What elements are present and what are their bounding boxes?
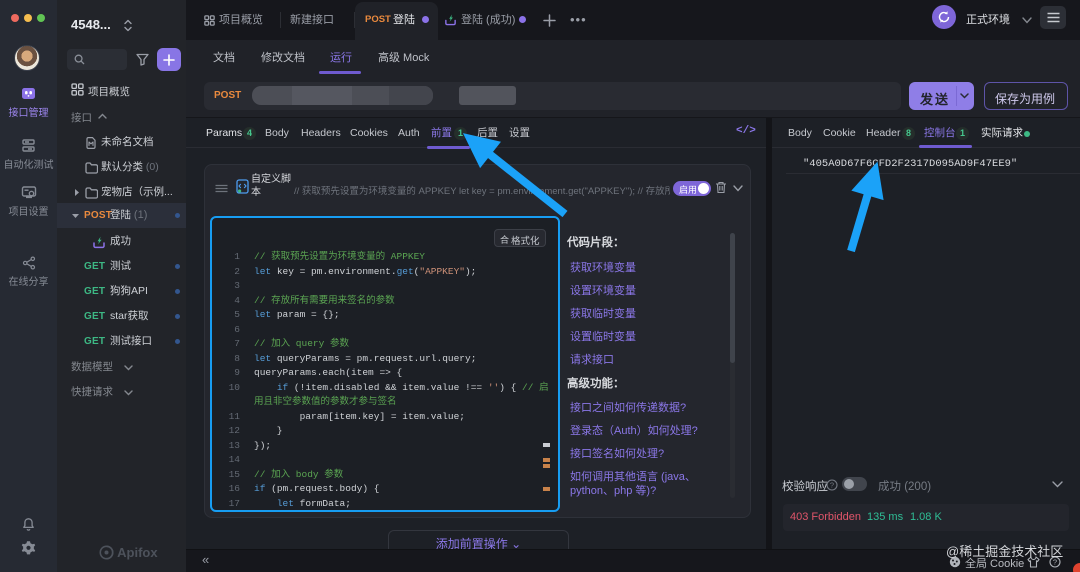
svg-text:?: ?: [830, 481, 834, 490]
